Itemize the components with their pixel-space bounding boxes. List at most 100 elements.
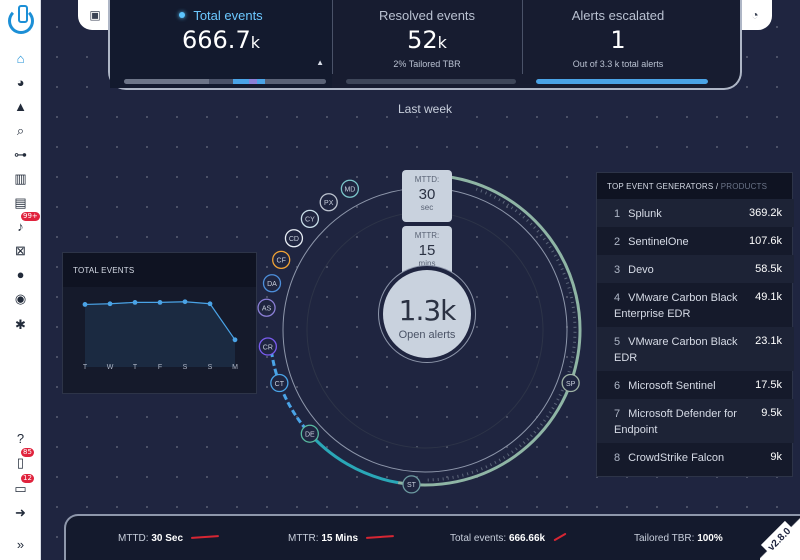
sidebar-item-workflow[interactable]: ⊶ xyxy=(0,144,41,164)
generator-row[interactable]: 4 VMware Carbon Black Enterprise EDR 49.1k xyxy=(597,283,794,327)
sidebar-item-home[interactable]: ⌂ xyxy=(0,48,41,68)
source-node-label: CY xyxy=(305,217,315,224)
generator-row[interactable]: 8 CrowdStrike Falcon 9k xyxy=(597,443,794,471)
generator-row[interactable]: 2 SentinelOne 107.6k xyxy=(597,227,794,255)
generator-rank: 5 xyxy=(614,336,621,348)
sidebar-item-notifications[interactable]: ♪ 99+ xyxy=(0,212,41,236)
resolved-events-sub: 2% Tailored TBR xyxy=(393,59,461,69)
gear-icon: ✱ xyxy=(15,316,26,332)
sidebar-item-dashboard[interactable]: ◕ xyxy=(0,72,41,92)
logout-icon: ➜ xyxy=(15,504,26,520)
user-icon: ● xyxy=(16,266,25,282)
generator-row[interactable]: 7 Microsoft Defender for Endpoint 9.5k xyxy=(597,399,794,443)
source-node-label: MD xyxy=(344,187,355,194)
generator-row[interactable]: 1 Splunk 369.2k xyxy=(597,199,794,227)
total-sparkline xyxy=(553,532,567,542)
mttd-sparkline xyxy=(190,535,220,539)
clipboard-icon: ▭ xyxy=(14,480,27,496)
generator-label: Microsoft Defender for Endpoint xyxy=(614,408,737,436)
alerts-escalated-label: Alerts escalated xyxy=(571,8,665,23)
calendar-button[interactable]: ▣ xyxy=(78,0,112,30)
generator-value: 107.6k xyxy=(748,235,782,247)
x-tick-label: W xyxy=(107,364,114,371)
generator-label: Splunk xyxy=(628,208,662,220)
sidebar-item-expand[interactable]: » xyxy=(0,534,41,554)
tab-alerts-escalated[interactable]: Alerts escalated 1 Out of 3.3 k total al… xyxy=(522,0,714,88)
source-node-as[interactable]: AS xyxy=(257,298,276,317)
data-point[interactable] xyxy=(82,302,88,307)
x-tick-label: S xyxy=(208,364,213,371)
calendar-icon: ▣ xyxy=(89,8,101,22)
progress-segment xyxy=(124,79,209,84)
generator-name: 6 Microsoft Sentinel xyxy=(614,378,744,394)
summary-bar: MTTD: 30 Sec MTTR: 15 Mins Total events:… xyxy=(64,514,800,560)
sidebar-item-documents[interactable]: ▯ 85 xyxy=(0,448,41,472)
sidebar-item-reports[interactable]: ▤ xyxy=(0,192,41,212)
generator-value: 17.5k xyxy=(755,379,782,391)
sidebar-item-inbox[interactable]: ⊠ xyxy=(0,240,41,260)
source-node-px[interactable]: PX xyxy=(319,193,338,212)
x-tick-label: T xyxy=(83,364,88,371)
source-node-da[interactable]: DA xyxy=(262,274,282,293)
sidebar-item-search[interactable]: ⌕ xyxy=(0,120,41,140)
tab-total-events[interactable]: Total events 666.7k ▲ xyxy=(110,0,332,88)
source-node-cf[interactable]: CF xyxy=(272,250,291,270)
open-alerts-circle[interactable]: 1.3k Open alerts xyxy=(383,270,471,358)
mttr-value: 15 xyxy=(418,242,436,259)
app-logo[interactable] xyxy=(8,5,34,34)
sidebar-item-visibility[interactable]: ◉ xyxy=(0,288,41,308)
progress-segment xyxy=(208,79,234,84)
generator-name: 5 VMware Carbon Black EDR xyxy=(614,334,744,366)
mttd-value: 30 xyxy=(418,186,436,203)
generator-row[interactable]: 5 VMware Carbon Black EDR 23.1k xyxy=(597,327,794,371)
source-node-cr[interactable]: CR xyxy=(258,337,278,356)
sidebar: ⌂ ◕ ▲ ⌕ ⊶ ▥ ▤ ♪ 99+ ⊠ ● ◉ ✱? ▯ 85 ▭ 12 ➜» xyxy=(0,0,41,560)
data-point[interactable] xyxy=(207,301,213,307)
generator-row[interactable]: 6 Microsoft Sentinel 17.5k xyxy=(597,371,794,399)
source-node-label: CT xyxy=(275,381,285,388)
top-generators-title: TOP EVENT GENERATORS / PRODUCTS xyxy=(597,173,792,199)
top-generators-panel: TOP EVENT GENERATORS / PRODUCTS 1 Splunk 3… xyxy=(596,172,794,477)
sidebar-item-clipboard[interactable]: ▭ 12 xyxy=(0,474,41,498)
sidebar-item-user[interactable]: ● xyxy=(0,264,41,284)
sidebar-item-logout[interactable]: ➜ xyxy=(0,502,41,522)
generator-value: 49.1k xyxy=(755,291,782,303)
data-point[interactable] xyxy=(232,337,238,343)
data-point[interactable] xyxy=(157,300,163,305)
generator-row[interactable]: 3 Devo 58.5k xyxy=(597,255,794,283)
data-point[interactable] xyxy=(182,299,188,305)
kpi-tabs: Total events 666.7k ▲ Resolved events 52… xyxy=(108,0,742,90)
sidebar-item-settings[interactable]: ✱ xyxy=(0,314,41,334)
generator-name: 3 Devo xyxy=(614,262,744,278)
resolved-events-value: 52k xyxy=(407,26,447,54)
bell-icon: ♪ xyxy=(17,218,24,234)
source-node-sp[interactable]: SP xyxy=(561,373,580,393)
generator-rank: 6 xyxy=(614,380,621,392)
gauge-button[interactable]: ◔ xyxy=(738,0,772,30)
generator-label: VMware Carbon Black EDR xyxy=(614,336,738,364)
home-icon: ⌂ xyxy=(16,50,25,66)
source-node-de[interactable]: DE xyxy=(300,424,319,443)
open-alerts-label: Open alerts xyxy=(398,329,456,341)
products-filter[interactable]: PRODUCTS xyxy=(721,182,768,191)
area-fill xyxy=(85,301,235,367)
tab-resolved-events[interactable]: Resolved events 52k 2% Tailored TBR xyxy=(332,0,522,88)
data-point[interactable] xyxy=(132,300,138,305)
gauge-arc-teal xyxy=(305,428,399,485)
sidebar-item-help[interactable]: ? xyxy=(0,428,41,448)
sidebar-item-buildings[interactable]: ▥ xyxy=(0,168,41,188)
total-events-progress xyxy=(124,79,326,84)
source-node-md[interactable]: MD xyxy=(340,179,360,198)
x-tick-label: F xyxy=(158,364,162,371)
source-node-ct[interactable]: CT xyxy=(270,373,289,393)
data-point[interactable] xyxy=(107,301,113,307)
source-node-cd[interactable]: CD xyxy=(284,229,304,248)
generator-name: 4 VMware Carbon Black Enterprise EDR xyxy=(614,290,744,322)
help-icon: ? xyxy=(16,430,25,446)
total-events-panel-title: TOTAL EVENTS xyxy=(63,253,256,287)
source-node-label: CF xyxy=(277,258,286,265)
total-events-panel: TOTAL EVENTS T W T F S S M xyxy=(62,252,257,394)
source-node-cy[interactable]: CY xyxy=(300,209,320,229)
mttd-label: MTTD: xyxy=(414,175,440,184)
source-node-st[interactable]: ST xyxy=(402,475,421,494)
